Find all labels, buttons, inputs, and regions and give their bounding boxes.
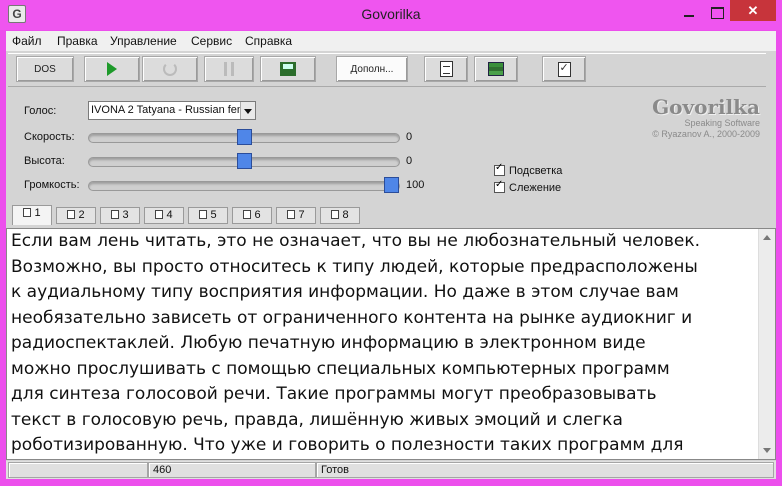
menu-edit[interactable]: Правка — [57, 34, 98, 48]
logo-copyright: © Ryazanov A., 2000-2009 — [652, 129, 760, 139]
tab-label: 2 — [78, 209, 85, 221]
menu-service[interactable]: Сервис — [191, 34, 232, 48]
page-icon — [155, 210, 164, 219]
checklist-icon — [557, 61, 571, 77]
save-audio-button[interactable] — [260, 56, 316, 82]
menu-bar: Файл Правка Управление Сервис Справка — [6, 31, 776, 51]
speed-slider[interactable] — [88, 129, 400, 145]
more-button[interactable]: Дополн... — [336, 56, 408, 82]
maximize-button[interactable] — [704, 2, 730, 22]
tab-label: 4 — [166, 209, 173, 221]
page-icon — [23, 208, 32, 217]
window-title: Govorilka — [361, 6, 421, 22]
status-cell-empty — [8, 462, 148, 478]
client-area: DOS Дополн... Голос: IVONA 2 Tatyana - R… — [6, 51, 776, 479]
text-line: можно прослушивать с помощью специальных… — [11, 358, 670, 379]
status-state: Готов — [316, 462, 774, 478]
tab-label: 7 — [298, 209, 305, 221]
pitch-label: Высота: — [24, 155, 65, 167]
text-line: Если вам лень читать, это не означает, ч… — [11, 231, 701, 251]
tab-label: 8 — [342, 209, 349, 221]
speed-value: 0 — [406, 131, 413, 143]
menu-help[interactable]: Справка — [245, 34, 292, 48]
speed-label: Скорость: — [24, 131, 75, 143]
tab-2[interactable]: 2 — [56, 207, 96, 224]
voice-select-value: IVONA 2 Tatyana - Russian female — [91, 104, 256, 116]
tab-label: 6 — [254, 209, 261, 221]
pitch-slider[interactable] — [88, 153, 400, 169]
menu-file[interactable]: Файл — [12, 34, 42, 48]
page-icon — [67, 210, 76, 219]
text-line: радиоспектаклей. Любую печатную информац… — [11, 333, 646, 353]
voice-label: Голос: — [24, 105, 57, 117]
tab-8[interactable]: 8 — [320, 207, 360, 224]
logo-title: Govorilka — [652, 95, 760, 119]
page-icon — [331, 210, 340, 219]
books-icon — [488, 62, 504, 76]
status-bar: 460 Готов — [6, 461, 776, 479]
text-line: Возможно, вы просто относитесь к типу лю… — [11, 256, 698, 277]
highlight-label: Подсветка — [509, 165, 563, 177]
play-icon — [107, 62, 117, 76]
pause-button[interactable] — [204, 56, 254, 82]
text-line: для синтеза голосовой речи. Такие програ… — [11, 384, 657, 404]
page-icon — [287, 210, 296, 219]
checklist-button[interactable] — [542, 56, 586, 82]
logo-subtitle: Speaking Software — [684, 118, 760, 128]
volume-value: 100 — [406, 179, 425, 191]
voice-settings-panel: Голос: IVONA 2 Tatyana - Russian female … — [6, 91, 776, 201]
page-icon — [111, 210, 120, 219]
follow-label: Слежение — [509, 182, 562, 194]
page-icon — [243, 210, 252, 219]
highlight-option[interactable]: Подсветка — [494, 162, 563, 177]
pause-icon — [224, 62, 234, 76]
volume-slider-thumb[interactable] — [384, 177, 399, 193]
status-position: 460 — [148, 462, 316, 478]
pitch-value: 0 — [406, 155, 413, 167]
tab-3[interactable]: 3 — [100, 207, 140, 224]
scroll-down-icon[interactable] — [759, 442, 775, 459]
text-editor[interactable]: Если вам лень читать, это не означает, ч… — [6, 228, 776, 460]
follow-checkbox[interactable] — [494, 179, 505, 193]
app-window: G Govorilka ✕ Файл Правка Управление Сер… — [0, 0, 782, 486]
tab-6[interactable]: 6 — [232, 207, 272, 224]
vertical-scrollbar[interactable] — [758, 229, 775, 459]
tab-label: 5 — [210, 209, 217, 221]
volume-label: Громкость: — [24, 179, 80, 191]
tab-4[interactable]: 4 — [144, 207, 184, 224]
tab-label: 1 — [34, 207, 41, 219]
play-button[interactable] — [84, 56, 140, 82]
stop-button[interactable] — [142, 56, 198, 82]
save-icon — [280, 62, 296, 76]
speed-slider-thumb[interactable] — [237, 129, 252, 145]
text-line: роботизированную. Что уже и говорить о п… — [11, 435, 684, 455]
tab-7[interactable]: 7 — [276, 207, 316, 224]
dictionary-button[interactable] — [474, 56, 518, 82]
text-line: необязательно зависеть от ограниченного … — [11, 307, 693, 328]
toolbar: DOS Дополн... — [8, 53, 772, 87]
scroll-up-icon[interactable] — [759, 229, 775, 246]
menu-control[interactable]: Управление — [110, 34, 177, 48]
page-icon — [199, 210, 208, 219]
minimize-button[interactable] — [676, 2, 702, 22]
title-bar[interactable]: G Govorilka ✕ — [0, 0, 782, 30]
volume-slider[interactable] — [88, 177, 400, 193]
pitch-slider-thumb[interactable] — [237, 153, 252, 169]
chevron-down-icon[interactable] — [240, 102, 255, 119]
voice-select[interactable]: IVONA 2 Tatyana - Russian female — [88, 101, 256, 120]
highlight-checkbox[interactable] — [494, 162, 505, 176]
document-icon — [439, 61, 453, 77]
close-button[interactable]: ✕ — [730, 0, 776, 21]
text-line: текст в голосовую речь, правда, лишённую… — [11, 409, 623, 430]
text-line: к аудиальному типу восприятия информации… — [11, 282, 679, 302]
stop-icon — [163, 62, 177, 76]
tab-label: 3 — [122, 209, 129, 221]
editor-text[interactable]: Если вам лень читать, это не означает, ч… — [11, 229, 753, 459]
dos-button[interactable]: DOS — [16, 56, 74, 82]
document-button[interactable] — [424, 56, 468, 82]
tab-5[interactable]: 5 — [188, 207, 228, 224]
tab-1[interactable]: 1 — [12, 205, 52, 225]
follow-option[interactable]: Слежение — [494, 179, 562, 194]
